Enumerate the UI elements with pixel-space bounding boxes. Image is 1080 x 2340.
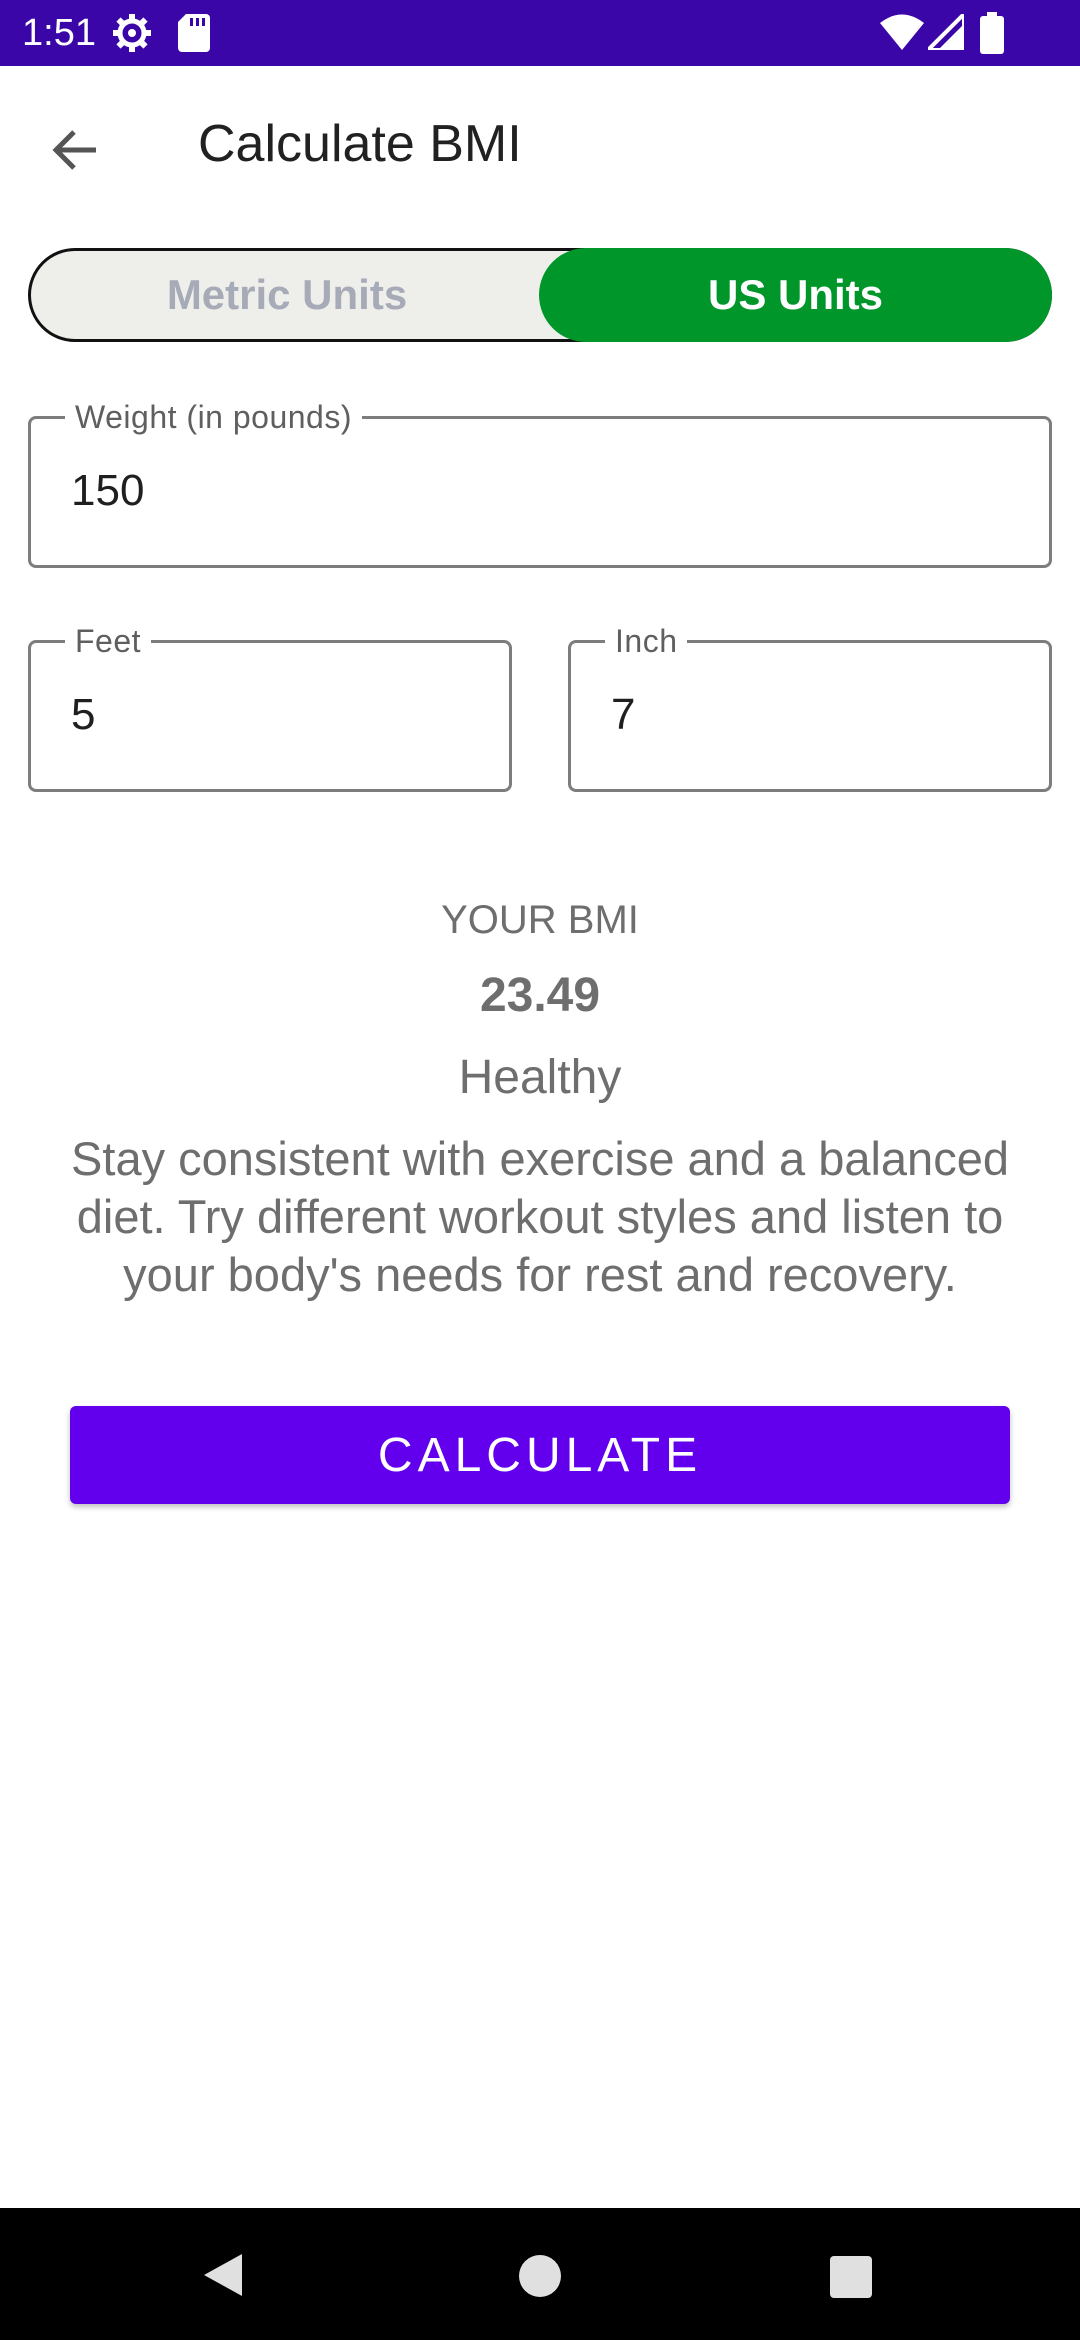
weight-input[interactable] — [71, 465, 886, 517]
weight-field: Weight (in pounds) — [28, 397, 1052, 568]
feet-input[interactable] — [71, 689, 454, 741]
status-bar: 1:51 — [0, 0, 1080, 66]
metric-units-option[interactable]: Metric Units — [31, 251, 543, 339]
page-title: Calculate BMI — [198, 115, 522, 173]
back-button[interactable] — [36, 110, 116, 190]
unit-toggle: Metric Units US Units — [28, 248, 1052, 342]
app-bar: Calculate BMI — [0, 66, 1080, 224]
nav-recents-icon[interactable] — [830, 2256, 872, 2303]
bmi-heading: YOUR BMI — [441, 898, 639, 942]
bmi-value: 23.49 — [479, 969, 601, 1022]
feet-field: Feet — [28, 621, 512, 792]
inch-label: Inch — [605, 621, 688, 661]
status-time: 1:51 — [22, 12, 96, 54]
nav-back-icon[interactable] — [200, 2252, 246, 2303]
calculate-button[interactable]: CALCULATE — [70, 1406, 1010, 1504]
inch-input[interactable] — [611, 689, 994, 741]
wifi-icon — [880, 14, 924, 57]
nav-home-icon[interactable] — [518, 2254, 562, 2303]
signal-icon — [923, 9, 966, 55]
bmi-advice: Stay consistent with exercise and a bala… — [71, 1132, 1009, 1301]
feet-label: Feet — [65, 621, 152, 661]
us-units-option[interactable]: US Units — [539, 248, 1052, 342]
battery-icon — [980, 12, 1004, 59]
bmi-status: Healthy — [458, 1051, 622, 1104]
inch-field: Inch — [568, 621, 1052, 792]
weight-label: Weight (in pounds) — [65, 397, 362, 437]
arrow-back-icon — [52, 130, 96, 170]
sd-card-icon — [178, 14, 210, 57]
settings-icon — [112, 13, 152, 58]
navigation-bar — [0, 2208, 1080, 2340]
